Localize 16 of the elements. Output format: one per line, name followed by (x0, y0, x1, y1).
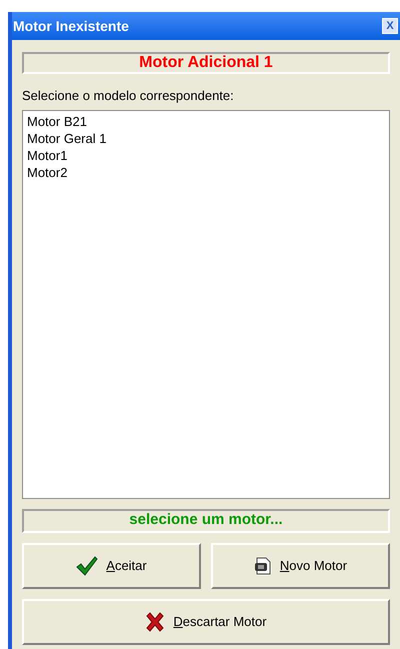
list-item[interactable]: Motor2 (27, 164, 385, 180)
window-title: Motor Inexistente (13, 16, 129, 36)
close-button[interactable]: X (382, 18, 398, 34)
cross-icon (145, 612, 166, 632)
checkmark-icon (76, 556, 98, 576)
document-icon (254, 556, 272, 574)
model-list[interactable]: Motor B21 Motor Geral 1 Motor1 Motor2 (22, 110, 390, 498)
prompt-label: Selecione o modelo correspondente: (22, 87, 235, 105)
header-panel: Motor Adicional 1 (22, 52, 390, 74)
discard-button[interactable]: Descartar Motor (22, 598, 390, 644)
list-item[interactable]: Motor B21 (27, 112, 385, 130)
list-item[interactable]: Motor Geral 1 (27, 130, 385, 146)
status-panel: selecione um motor... (22, 508, 390, 532)
accept-button[interactable]: Aceitar (22, 542, 201, 588)
new-motor-button[interactable]: Novo Motor (211, 542, 390, 588)
list-item[interactable]: Motor1 (27, 146, 385, 164)
